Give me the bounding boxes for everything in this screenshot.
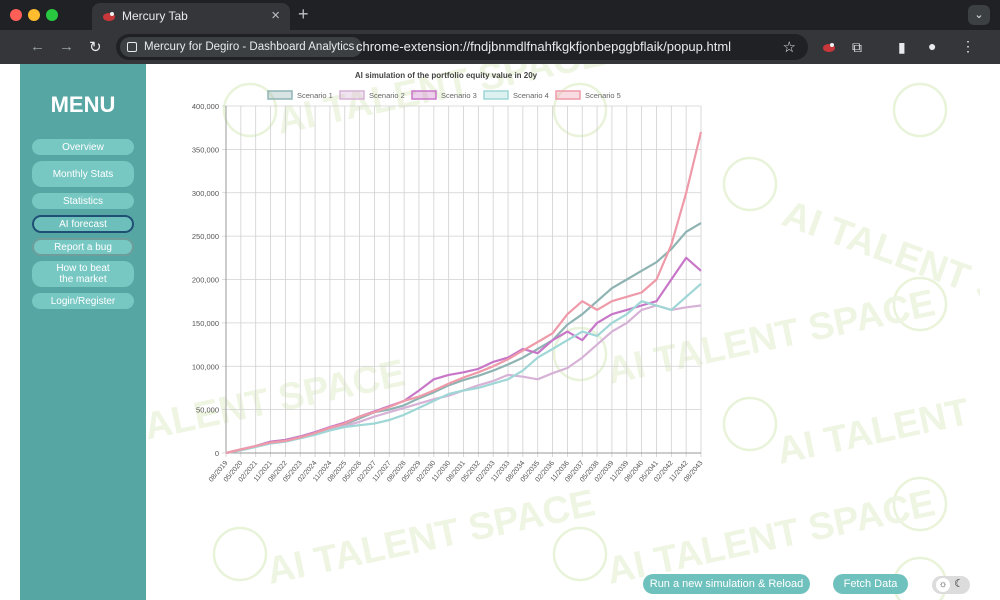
y-tick-label: 400,000 (192, 102, 219, 111)
sidebar-item-beat-market[interactable]: How to beat the market (32, 261, 134, 287)
y-tick-label: 100,000 (192, 362, 219, 371)
tab-search-button[interactable]: ⌄ (968, 5, 990, 25)
fetch-data-button[interactable]: Fetch Data (833, 574, 908, 594)
forward-icon[interactable]: → (59, 38, 74, 55)
sidebar: MENU Overview Monthly Stats Statistics A… (20, 64, 146, 600)
chart-legend: Scenario 1 Scenario 2 Scenario 3 Scenario 4… (267, 90, 621, 100)
url-text[interactable]: chrome-extension://fndjbnmdlfnahfkgkfjon… (356, 39, 731, 54)
chart-title: AI simulation of the portfolio equity va… (355, 71, 538, 80)
watermark-text-2: AI TALENT SPACE (777, 193, 980, 347)
back-icon[interactable]: ← (30, 38, 45, 55)
legend-swatch (555, 90, 581, 100)
legend-label: Scenario 1 (297, 91, 333, 100)
y-tick-label: 350,000 (192, 145, 219, 154)
address-bar[interactable]: Mercury for Degiro - Dashboard Analytics… (116, 34, 808, 60)
y-tick-label: 150,000 (192, 319, 219, 328)
legend-swatch (483, 90, 509, 100)
y-tick-label: 250,000 (192, 232, 219, 241)
browser-toolbar: ← → ↻ Mercury for Degiro - Dashboard Ana… (0, 30, 1000, 64)
profile-icon[interactable]: ● (928, 38, 936, 54)
legend-label: Scenario 2 (369, 91, 405, 100)
y-tick-label: 50,000 (196, 406, 219, 415)
legend-swatch (267, 90, 293, 100)
y-axis: 0 50,000 100,000 150,000 200,000 250,000 300,0… (192, 102, 219, 458)
legend-label: Scenario 4 (513, 91, 549, 100)
sidebar-item-statistics[interactable]: Statistics (32, 193, 134, 209)
y-tick-label: 200,000 (192, 276, 219, 285)
site-name: Mercury for Degiro - Dashboard Analytics (144, 41, 355, 53)
chart-grid (222, 105, 702, 457)
browser-tab[interactable]: Mercury Tab × (92, 3, 290, 30)
puzzle-icon[interactable]: ⧉ (852, 39, 862, 56)
sidebar-item-login[interactable]: Login/Register (32, 293, 134, 309)
new-tab-button[interactable]: + (298, 4, 309, 25)
sidebar-item-monthly-stats[interactable]: Monthly Stats (32, 161, 134, 187)
star-icon[interactable]: ☆ (783, 38, 796, 56)
sidebar-icon[interactable]: ▮ (898, 39, 906, 56)
legend-swatch (411, 90, 437, 100)
equity-chart: AI simulation of the portfolio equity va… (192, 71, 705, 484)
legend-swatch (339, 90, 365, 100)
moon-icon: ☾ (954, 578, 964, 590)
site-info-chip[interactable]: Mercury for Degiro - Dashboard Analytics (120, 37, 363, 57)
mercury-favicon-icon (103, 12, 115, 21)
maximize-window-button[interactable] (46, 9, 58, 21)
y-tick-label: 0 (215, 449, 219, 458)
legend-label: Scenario 5 (585, 91, 621, 100)
sun-icon: ☼ (936, 578, 950, 592)
watermark-text-5: AI TALENT SPACE (773, 362, 980, 473)
reload-icon[interactable]: ↻ (89, 38, 102, 56)
extension-icon[interactable] (822, 40, 836, 56)
minimize-window-button[interactable] (28, 9, 40, 21)
sidebar-item-report-bug[interactable]: Report a bug (32, 238, 134, 256)
sidebar-item-overview[interactable]: Overview (32, 139, 134, 155)
sidebar-item-ai-forecast[interactable]: AI forecast (32, 215, 134, 233)
theme-toggle[interactable]: ☼ ☾ (932, 576, 970, 594)
run-simulation-button[interactable]: Run a new simulation & Reload (643, 574, 810, 594)
y-tick-label: 300,000 (192, 189, 219, 198)
extension-page-icon (127, 42, 137, 52)
x-axis: 08/201905/202002/202111/202108/202205/20… (208, 460, 705, 484)
close-window-button[interactable] (10, 9, 22, 21)
browser-titlebar: Mercury Tab × + ⌄ (0, 0, 1000, 30)
more-icon[interactable]: ⋮ (961, 38, 975, 55)
page-content: AI TALENT SPACE AI TALENT SPACE AI TALEN… (20, 64, 980, 600)
legend-label: Scenario 3 (441, 91, 477, 100)
tab-close-button[interactable]: × (271, 7, 280, 24)
menu-title: MENU (50, 92, 116, 117)
tab-title: Mercury Tab (122, 9, 188, 23)
